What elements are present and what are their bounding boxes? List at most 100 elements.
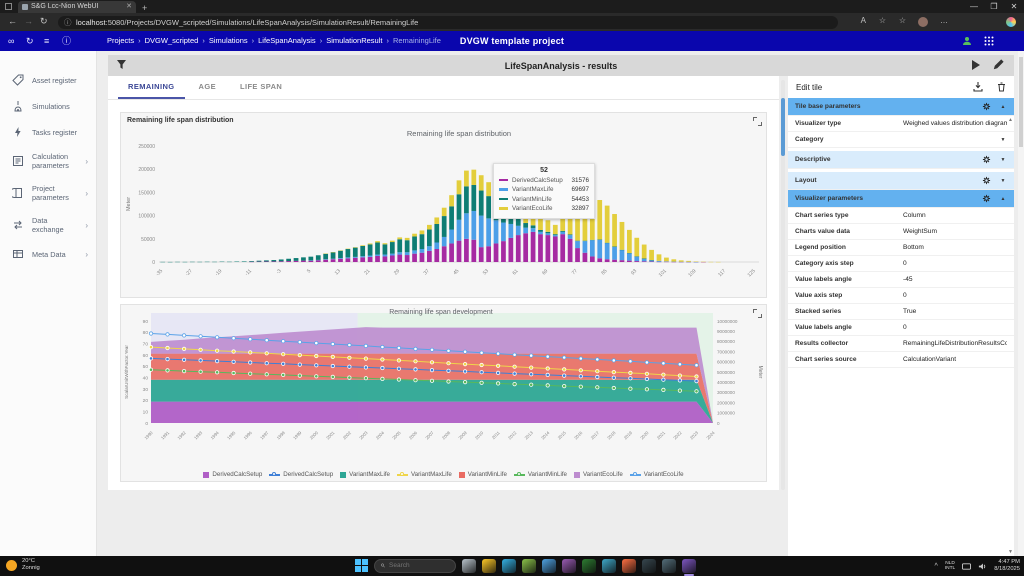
breadcrumb-item-dvgw_scripted[interactable]: DVGW_scripted xyxy=(145,36,199,45)
gear-icon[interactable] xyxy=(982,155,991,164)
legend-item[interactable]: DerivedCalcSetup xyxy=(269,471,333,478)
copilot-icon[interactable] xyxy=(1006,16,1016,27)
tab-remaining[interactable]: REMAINING xyxy=(118,76,185,99)
scroll-up-icon[interactable]: ▲ xyxy=(1008,117,1013,123)
breadcrumb-item-remaininglife[interactable]: RemainingLife xyxy=(393,36,441,45)
gear-icon[interactable] xyxy=(982,194,991,203)
legend-item[interactable]: VariantMaxLife xyxy=(340,471,390,478)
param-row-chart-series-source[interactable]: Chart series source CalculationVariant xyxy=(788,352,1014,368)
legend-item[interactable]: VariantMinLife xyxy=(513,471,567,478)
weather-widget[interactable]: 20°C Zonnig xyxy=(6,558,40,572)
legend-item[interactable]: DerivedCalcSetup xyxy=(203,471,262,478)
save-tile-icon[interactable] xyxy=(973,82,983,92)
sidebar-item-meta-data[interactable]: Meta Data › xyxy=(0,241,96,267)
breadcrumb-item-lifespananalysis[interactable]: LifeSpanAnalysis xyxy=(258,36,316,45)
content-scrollbar[interactable] xyxy=(781,80,785,490)
param-row-stacked-series[interactable]: Stacked series True xyxy=(788,304,1014,320)
favorite-star-icon[interactable]: ☆ xyxy=(879,16,886,25)
excel-icon[interactable] xyxy=(582,558,596,573)
site-info-icon[interactable]: ⓘ xyxy=(64,16,72,29)
chevron-up-icon[interactable]: ▲ xyxy=(999,196,1007,202)
delete-tile-icon[interactable] xyxy=(997,82,1006,92)
legend-item[interactable]: VariantMinLife xyxy=(458,471,507,478)
sidebar-item-project-parameters[interactable]: Project parameters › xyxy=(0,177,96,209)
fullscreen-icon[interactable] xyxy=(753,309,762,318)
package-icon[interactable] xyxy=(662,558,676,573)
window-close-button[interactable]: ✕ xyxy=(1004,0,1024,13)
param-row-results-collector[interactable]: Results collector RemainingLifeDistributi… xyxy=(788,336,1014,352)
collections-icon[interactable]: ☆ xyxy=(899,16,906,25)
firefox-icon[interactable] xyxy=(622,558,636,573)
apps-grid-icon[interactable] xyxy=(984,36,994,46)
user-icon[interactable] xyxy=(962,36,972,46)
page-scrollbar[interactable] xyxy=(1018,51,1024,556)
section-visualizer-parameters[interactable]: Visualizer parameters ▲ xyxy=(788,190,1014,208)
legend-item[interactable]: VariantEcoLife xyxy=(629,471,684,478)
start-button[interactable] xyxy=(355,559,368,572)
legend-item[interactable]: VariantEcoLife xyxy=(573,471,623,478)
chevron-down-icon[interactable]: ▼ xyxy=(999,157,1007,163)
tab-close-icon[interactable]: ✕ xyxy=(126,1,132,13)
globe-icon[interactable] xyxy=(602,558,616,573)
section-descriptive[interactable]: Descriptive ▼ xyxy=(788,151,1014,169)
task-view-icon[interactable] xyxy=(462,558,476,573)
scrollbar-thumb[interactable] xyxy=(1019,57,1023,147)
file-explorer-icon[interactable] xyxy=(482,558,496,573)
refresh-icon[interactable]: ↻ xyxy=(40,16,48,27)
clock[interactable]: 4:47 PM 8/18/2025 xyxy=(994,559,1020,573)
photos-icon[interactable] xyxy=(542,558,556,573)
tray-chevron-icon[interactable]: ^ xyxy=(935,563,938,570)
param-row-legend-position[interactable]: Legend position Bottom xyxy=(788,240,1014,256)
touch-keyboard-icon[interactable] xyxy=(962,562,972,571)
active-app-icon[interactable] xyxy=(682,558,696,576)
distribution-chart[interactable]: Remaining life span distribution Meter 0 50… xyxy=(121,124,766,290)
param-row-value-labels-angle[interactable]: Value labels angle -45 xyxy=(788,272,1014,288)
notepad-icon[interactable] xyxy=(522,558,536,573)
param-row-category[interactable]: Category ▼ xyxy=(788,132,1014,148)
legend-item[interactable]: VariantMaxLife xyxy=(396,471,452,478)
terminal-icon[interactable] xyxy=(642,558,656,573)
gear-icon[interactable] xyxy=(982,176,991,185)
address-bar[interactable]: ⓘ localhost:5080/Projects/DVGW_scripted/… xyxy=(58,15,838,29)
new-tab-button[interactable]: + xyxy=(142,3,147,13)
sidebar-item-calculation-parameters[interactable]: Calculation parameters › xyxy=(0,145,96,177)
play-icon[interactable] xyxy=(971,60,980,70)
param-row-charts-value-data[interactable]: Charts value data WeightSum xyxy=(788,224,1014,240)
browser-tab[interactable]: S&G Lcc-Nion WebUI ✕ xyxy=(18,1,136,13)
visual-studio-icon[interactable] xyxy=(562,558,576,573)
scrollbar-thumb[interactable] xyxy=(781,98,785,156)
development-chart[interactable]: Remaining life span development 0 10 20 30 40… xyxy=(121,305,766,457)
sidebar-item-simulations[interactable]: Simulations xyxy=(0,93,96,119)
read-aloud-icon[interactable]: A xyxy=(861,16,866,25)
window-minimize-button[interactable]: — xyxy=(964,0,984,13)
breadcrumb-item-simulations[interactable]: Simulations xyxy=(209,36,248,45)
tab-age[interactable]: AGE xyxy=(189,76,226,99)
sidebar-item-asset-register[interactable]: Asset register xyxy=(0,67,96,93)
parameter-list-scrollbar[interactable]: ▲ ▼ xyxy=(1007,116,1014,556)
param-row-chart-series-type[interactable]: Chart series type Column xyxy=(788,208,1014,224)
volume-icon[interactable] xyxy=(978,562,987,571)
window-maximize-button[interactable]: ❐ xyxy=(984,0,1004,13)
taskbar-search[interactable] xyxy=(374,558,456,573)
search-input[interactable] xyxy=(389,562,449,569)
param-row-value-axis-step[interactable]: Value axis step 0 xyxy=(788,288,1014,304)
gear-icon[interactable] xyxy=(982,102,991,111)
breadcrumb-item-projects[interactable]: Projects xyxy=(107,36,134,45)
sidebar-item-data-exchange[interactable]: Data exchange › xyxy=(0,209,96,241)
tab-life-span[interactable]: LIFE SPAN xyxy=(230,76,292,99)
chevron-up-icon[interactable]: ▲ xyxy=(999,104,1007,110)
sidebar-item-tasks-register[interactable]: Tasks register xyxy=(0,119,96,145)
param-row-visualizer-type[interactable]: Visualizer type Weighed values distributi… xyxy=(788,116,1014,132)
edge-icon[interactable] xyxy=(502,558,516,573)
param-row-category-axis-step[interactable]: Category axis step 0 xyxy=(788,256,1014,272)
browser-profile-avatar[interactable] xyxy=(918,16,928,27)
param-row-value-labels-angle[interactable]: Value labels angle 0 xyxy=(788,320,1014,336)
section-layout[interactable]: Layout ▼ xyxy=(788,172,1014,190)
forward-icon[interactable]: → xyxy=(24,16,33,26)
language-indicator[interactable]: NLD INTL xyxy=(945,561,955,572)
back-icon[interactable]: ← xyxy=(8,16,17,26)
fullscreen-icon[interactable] xyxy=(753,117,762,126)
scroll-down-icon[interactable]: ▼ xyxy=(1008,549,1013,555)
chevron-down-icon[interactable]: ▼ xyxy=(999,178,1007,184)
pencil-icon[interactable] xyxy=(993,59,1004,70)
